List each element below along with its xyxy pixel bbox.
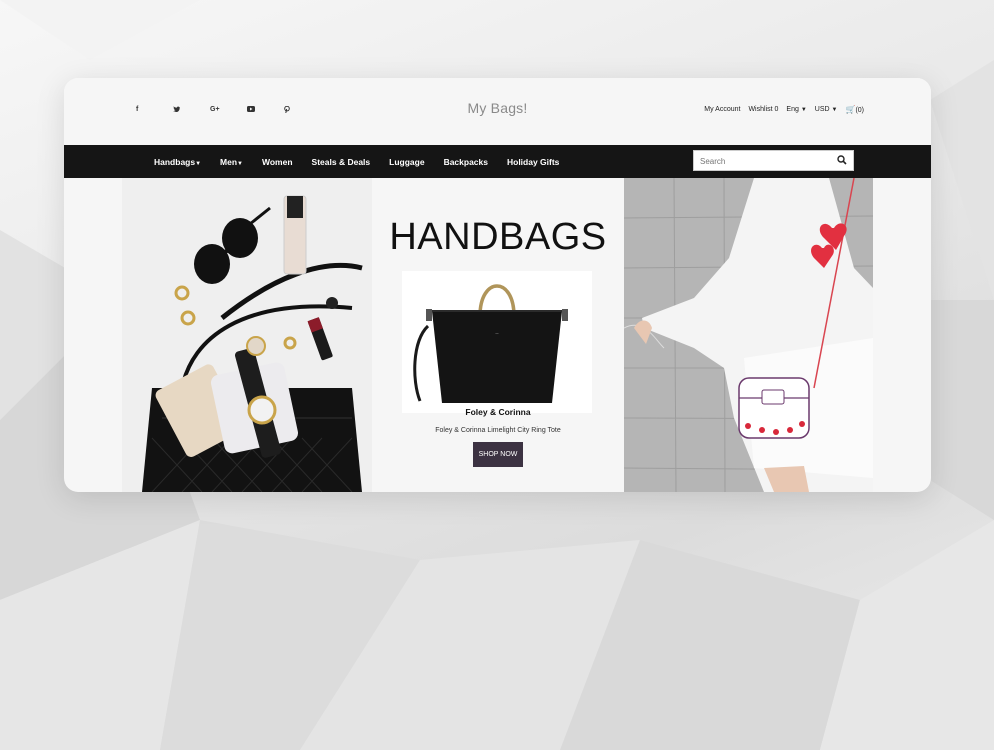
account-links: My Account Wishlist 0 Eng ▼ USD ▼ 🛒(0) [704, 105, 864, 114]
browser-card: f G+ My Bags! My Account Wishlist 0 Eng … [64, 78, 931, 492]
svg-text:~: ~ [495, 331, 499, 337]
top-bar: f G+ My Bags! My Account Wishlist 0 Eng … [64, 78, 931, 145]
cart-link[interactable]: 🛒(0) [845, 105, 864, 114]
nav-label: Handbags [154, 156, 196, 167]
nav-item-men[interactable]: Men▼ [220, 157, 243, 167]
nav-item-steals-deals[interactable]: Steals & Deals [312, 157, 371, 167]
main-nav: Handbags▼ Men▼ Women Steals & Deals Lugg… [64, 145, 931, 178]
currency-select[interactable]: USD ▼ [815, 106, 838, 113]
search-input[interactable] [694, 152, 830, 171]
nav-item-holiday-gifts[interactable]: Holiday Gifts [507, 157, 559, 167]
cart-count: (0) [855, 107, 864, 114]
chevron-down-icon: ▼ [831, 107, 838, 113]
hero-title: HANDBAGS [389, 216, 607, 258]
nav-item-handbags[interactable]: Handbags▼ [154, 157, 201, 167]
my-account-link[interactable]: My Account [704, 106, 740, 113]
nav-item-backpacks[interactable]: Backpacks [444, 157, 488, 167]
chevron-down-icon: ▼ [237, 160, 243, 167]
language-select[interactable]: Eng ▼ [786, 106, 806, 113]
product-description: Foley & Corinna Limelight City Ring Tote [435, 427, 561, 434]
chevron-down-icon: ▼ [195, 160, 202, 167]
search-box [693, 150, 854, 171]
nav-item-luggage[interactable]: Luggage [389, 157, 424, 167]
nav-label: Men [220, 156, 238, 167]
product-name[interactable]: Foley & Corinna [372, 407, 624, 417]
language-label: Eng [786, 106, 799, 113]
product-image[interactable]: ~ [402, 271, 592, 413]
chevron-down-icon: ▼ [800, 107, 807, 113]
search-icon[interactable] [837, 155, 847, 165]
currency-label: USD [814, 106, 830, 113]
shop-now-button[interactable]: SHOP NOW [473, 442, 523, 467]
cart-icon: 🛒 [845, 105, 856, 114]
featured-product: HANDBAGS ~ Foley & Corinna Foley & Corin… [372, 178, 624, 492]
hero-banner: HANDBAGS ~ Foley & Corinna Foley & Corin… [122, 178, 873, 492]
nav-item-women[interactable]: Women [262, 157, 293, 167]
flatlay-photo [122, 178, 372, 492]
model-photo [624, 178, 873, 492]
wishlist-link[interactable]: Wishlist 0 [748, 106, 778, 113]
